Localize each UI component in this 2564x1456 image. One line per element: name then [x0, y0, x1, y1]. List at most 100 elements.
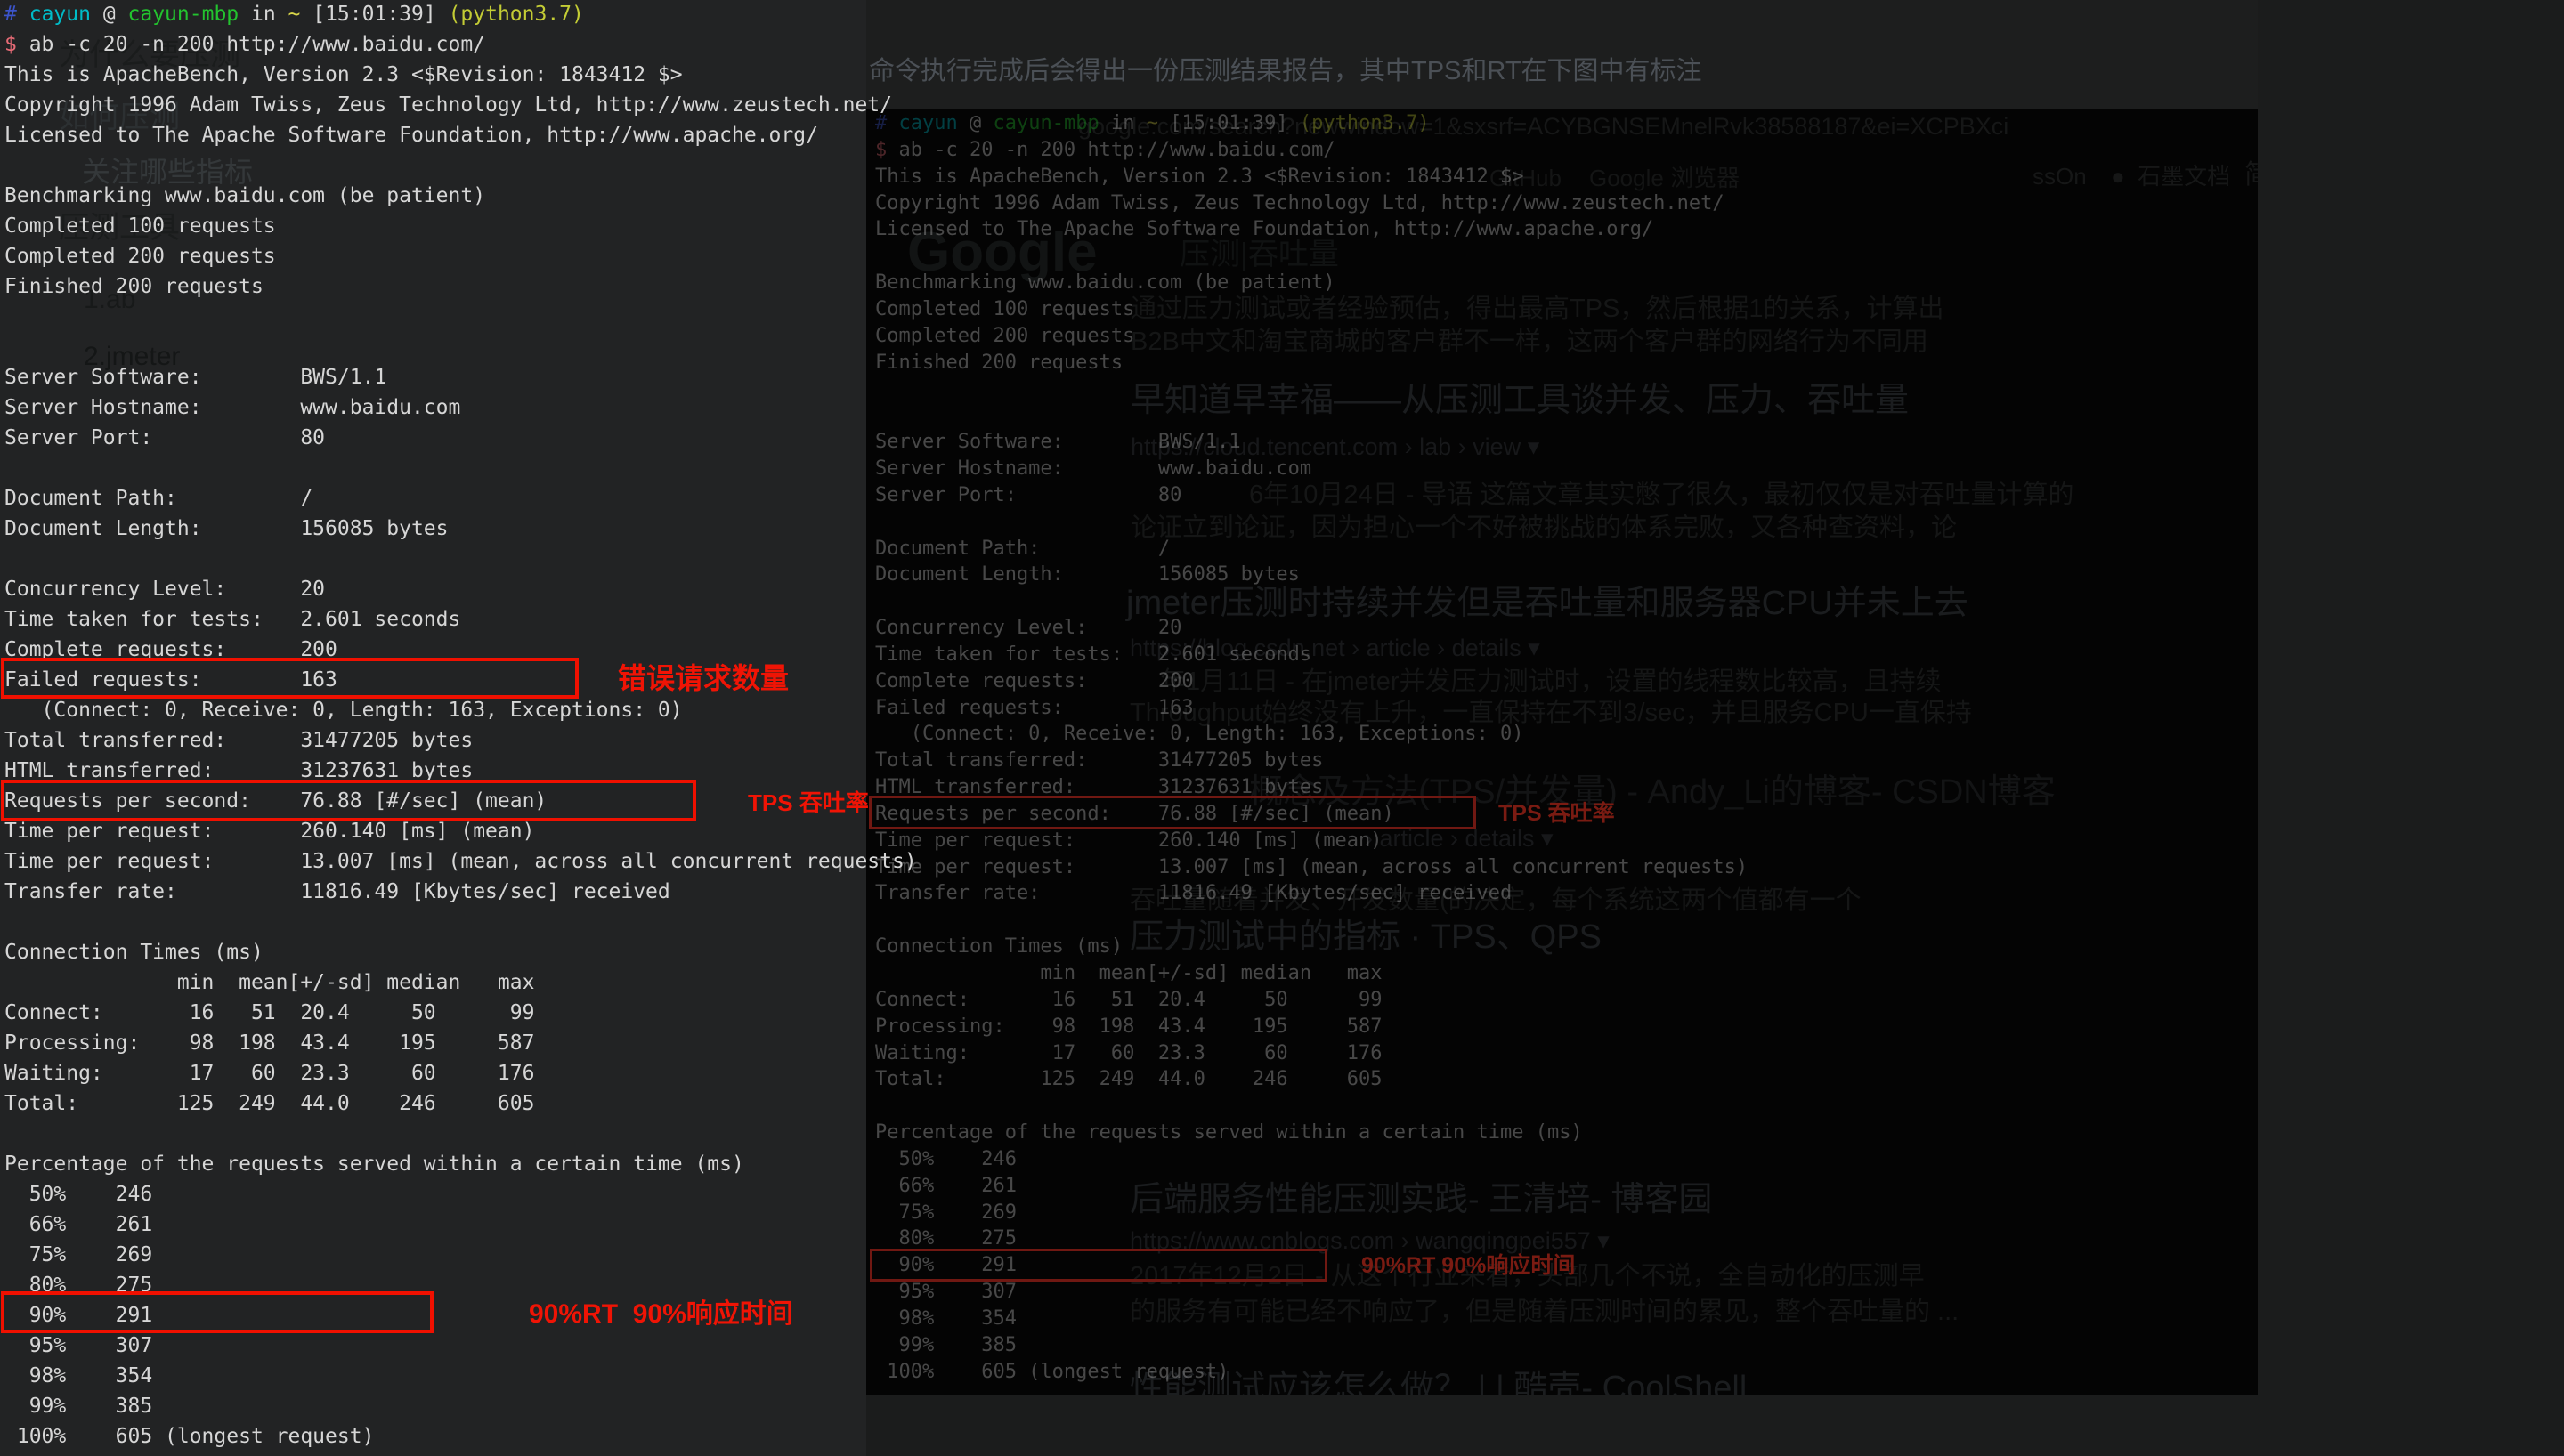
- terminal-line: Time taken for tests: 2.601 seconds: [4, 604, 917, 635]
- terminal-line: [4, 907, 917, 937]
- terminal-line: # cayun @ cayun-mbp in ~ [15:01:39] (pyt…: [4, 0, 917, 29]
- terminal-line: [875, 509, 1748, 536]
- ghost-text: 简: [2244, 160, 2258, 190]
- terminal-line: min mean[+/-sd] median max: [4, 967, 917, 998]
- terminal-line: Completed 200 requests: [875, 323, 1748, 350]
- terminal-line: Percentage of the requests served within…: [875, 1120, 1748, 1146]
- terminal-line: Document Length: 156085 bytes: [875, 562, 1748, 588]
- terminal-line: Licensed to The Apache Software Foundati…: [875, 216, 1748, 243]
- terminal-line: Server Port: 80: [4, 423, 917, 453]
- terminal-line: Connection Times (ms): [4, 937, 917, 967]
- terminal-line: [4, 150, 917, 181]
- annotation-label: 90%RT 90%响应时间: [1361, 1254, 1575, 1279]
- terminal-line: Complete requests: 200: [875, 668, 1748, 695]
- terminal-line: Waiting: 17 60 23.3 60 176: [4, 1058, 917, 1088]
- terminal-line: Completed 200 requests: [4, 241, 917, 271]
- terminal-line: 66% 261: [4, 1209, 917, 1240]
- terminal-line: Server Software: BWS/1.1: [4, 362, 917, 392]
- terminal-line: Completed 100 requests: [4, 211, 917, 241]
- terminal-line: [875, 402, 1748, 429]
- annotation-label: TPS 吞吐率: [748, 790, 869, 816]
- terminal-line: 98% 354: [4, 1361, 917, 1391]
- terminal-line: 95% 307: [4, 1331, 917, 1361]
- terminal-line: Processing: 98 198 43.4 195 587: [4, 1028, 917, 1058]
- terminal-line: Benchmarking www.baidu.com (be patient): [875, 270, 1748, 296]
- annotation-box: [1, 658, 579, 699]
- annotation-label: 错误请求数量: [618, 663, 789, 694]
- terminal-line: Total: 125 249 44.0 246 605: [4, 1088, 917, 1119]
- terminal-line: Finished 200 requests: [4, 271, 917, 302]
- terminal-line: Document Path: /: [875, 536, 1748, 562]
- terminal-line: [875, 243, 1748, 270]
- terminal-line: [4, 453, 917, 483]
- terminal-line: 99% 385: [875, 1332, 1748, 1359]
- terminal-line: Time taken for tests: 2.601 seconds: [875, 642, 1748, 668]
- terminal-line: Processing: 98 198 43.4 195 587: [875, 1014, 1748, 1040]
- annotation-label: 90%RT 90%响应时间: [529, 1299, 793, 1329]
- desktop-screenshot: 命令执行完成后会得出一份压测结果报告，其中TPS和RT在下图中有标注 googl…: [0, 0, 2564, 1456]
- terminal-line: Connect: 16 51 20.4 50 99: [875, 987, 1748, 1014]
- terminal-line: $ ab -c 20 -n 200 http://www.baidu.com/: [4, 29, 917, 60]
- terminal-line: Total transferred: 31477205 bytes: [4, 725, 917, 756]
- terminal-line: 95% 307: [875, 1279, 1748, 1306]
- terminal-line: Total: 125 249 44.0 246 605: [875, 1066, 1748, 1093]
- terminal-line: Connect: 16 51 20.4 50 99: [4, 998, 917, 1028]
- terminal-line: Time per request: 260.140 [ms] (mean): [875, 828, 1748, 854]
- terminal-line: Server Hostname: www.baidu.com: [4, 392, 917, 423]
- terminal-line: 99% 385: [4, 1391, 917, 1421]
- annotation-box: [1, 780, 696, 821]
- terminal-line: [4, 1119, 917, 1149]
- terminal-line: Finished 200 requests: [875, 350, 1748, 376]
- ghost-text: ● 石墨文档: [2111, 164, 2230, 190]
- terminal-line: Completed 100 requests: [875, 296, 1748, 323]
- terminal-line: Licensed to The Apache Software Foundati…: [4, 120, 917, 150]
- embedded-screenshot-panel: google.com/search?newwindow=1&sxsrf=ACYB…: [866, 109, 2258, 1395]
- ghost-text: ssOn: [2033, 164, 2087, 190]
- terminal-line: Document Length: 156085 bytes: [4, 514, 917, 544]
- terminal-line: 100% 605 (longest request): [4, 1421, 917, 1452]
- terminal-line: 50% 246: [4, 1179, 917, 1209]
- terminal-line: Transfer rate: 11816.49 [Kbytes/sec] rec…: [4, 877, 917, 907]
- terminal-line: 66% 261: [875, 1173, 1748, 1200]
- terminal-line: Total transferred: 31477205 bytes: [875, 748, 1748, 774]
- terminal-line: [875, 1093, 1748, 1120]
- terminal-line: # cayun @ cayun-mbp in ~ [15:01:39] (pyt…: [875, 110, 1748, 137]
- terminal-line: 75% 269: [875, 1200, 1748, 1226]
- terminal-line: 75% 269: [4, 1240, 917, 1270]
- terminal-line: 98% 354: [875, 1306, 1748, 1332]
- annotation-box: [870, 1249, 1327, 1282]
- document-caption: 命令执行完成后会得出一份压测结果报告，其中TPS和RT在下图中有标注: [869, 50, 1702, 87]
- terminal-line: Benchmarking www.baidu.com (be patient): [4, 181, 917, 211]
- terminal-line: This is ApacheBench, Version 2.3 <$Revis…: [4, 60, 917, 90]
- terminal-line: [4, 544, 917, 574]
- terminal-line: Document Path: /: [4, 483, 917, 514]
- terminal-line: Failed requests: 163: [875, 695, 1748, 722]
- terminal-line: [875, 907, 1748, 934]
- terminal-line: Copyright 1996 Adam Twiss, Zeus Technolo…: [875, 190, 1748, 217]
- terminal-line: This is ApacheBench, Version 2.3 <$Revis…: [875, 164, 1748, 190]
- terminal-line: Server Hostname: www.baidu.com: [875, 456, 1748, 482]
- terminal-line: Time per request: 13.007 [ms] (mean, acr…: [875, 854, 1748, 881]
- terminal-line: Time per request: 13.007 [ms] (mean, acr…: [4, 846, 917, 877]
- terminal-line: min mean[+/-sd] median max: [875, 960, 1748, 987]
- annotation-label: TPS 吞吐率: [1498, 802, 1615, 827]
- embedded-terminal-output: # cayun @ cayun-mbp in ~ [15:01:39] (pyt…: [875, 110, 1748, 1386]
- terminal-line: Percentage of the requests served within…: [4, 1149, 917, 1179]
- annotation-box: [869, 796, 1476, 829]
- annotation-box: [1, 1291, 434, 1333]
- terminal-line: Transfer rate: 11816.49 [Kbytes/sec] rec…: [875, 880, 1748, 907]
- terminal-line: Concurrency Level: 20: [875, 615, 1748, 642]
- terminal-line: Connection Times (ms): [875, 934, 1748, 960]
- terminal-line: Server Port: 80: [875, 482, 1748, 509]
- terminal-line: (Connect: 0, Receive: 0, Length: 163, Ex…: [875, 721, 1748, 748]
- terminal-line: Waiting: 17 60 23.3 60 176: [875, 1040, 1748, 1067]
- terminal-line: [875, 376, 1748, 402]
- terminal-line: 50% 246: [875, 1146, 1748, 1173]
- terminal-line: [875, 588, 1748, 615]
- terminal-line: [4, 302, 917, 332]
- terminal-line: Copyright 1996 Adam Twiss, Zeus Technolo…: [4, 90, 917, 120]
- terminal-output[interactable]: # cayun @ cayun-mbp in ~ [15:01:39] (pyt…: [4, 0, 917, 1452]
- terminal-line: Concurrency Level: 20: [4, 574, 917, 604]
- terminal-line: (Connect: 0, Receive: 0, Length: 163, Ex…: [4, 695, 917, 725]
- terminal-line: Server Software: BWS/1.1: [875, 429, 1748, 456]
